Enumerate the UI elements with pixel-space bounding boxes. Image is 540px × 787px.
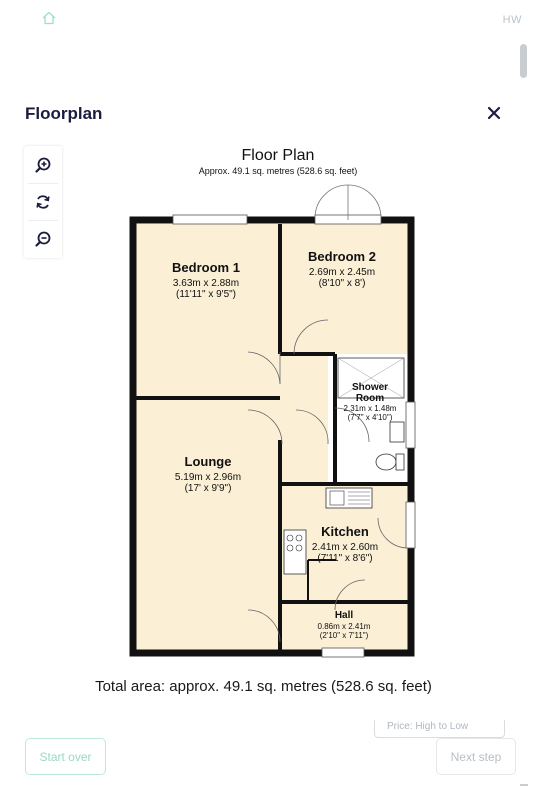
scrollbar-thumb[interactable] (520, 44, 527, 78)
room-imperial: (8'10" x 8') (319, 278, 366, 289)
room-name: Hall (335, 610, 354, 621)
room-metric: 0.86m x 2.41m (318, 622, 371, 631)
room-name: Bedroom 1 (172, 260, 240, 275)
room-metric: 5.19m x 2.96m (175, 472, 241, 483)
home-icon[interactable] (41, 10, 57, 26)
start-over-button[interactable]: Start over (25, 738, 106, 775)
total-area-text: Total area: approx. 49.1 sq. metres (528… (95, 678, 432, 695)
modal-title: Floorplan (25, 104, 103, 123)
room-imperial: (11'11" x 9'5") (176, 289, 236, 300)
room-metric: 2.41m x 2.60m (312, 542, 378, 553)
room-name: Room (356, 393, 384, 404)
refresh-icon (36, 194, 50, 209)
floorplan-image: Floor Plan Approx. 49.1 sq. metres (528.… (80, 140, 460, 670)
room-name: Bedroom 2 (308, 249, 376, 264)
room-imperial: (17' x 9'9") (185, 483, 232, 494)
zoom-in-button[interactable] (24, 146, 62, 183)
zoom-out-button[interactable] (24, 220, 62, 257)
user-initials[interactable]: HW (503, 14, 522, 26)
room-name: Kitchen (321, 524, 369, 539)
floorplan-title: Floor Plan (242, 147, 315, 164)
room-imperial: (7'11" x 8'6") (317, 553, 372, 564)
close-icon[interactable] (485, 104, 503, 122)
zoom-out-icon (35, 231, 51, 247)
room-name: Shower (352, 382, 388, 393)
next-step-button[interactable]: Next step (436, 738, 516, 775)
reset-zoom-button[interactable] (24, 183, 62, 220)
room-imperial: (7'7" x 4'10") (348, 413, 393, 422)
room-metric: 2.69m x 2.45m (309, 267, 375, 278)
scroll-down-arrow[interactable] (520, 784, 528, 786)
zoom-controls (24, 146, 62, 258)
room-imperial: (2'10" x 7'11") (320, 631, 369, 640)
floorplan-modal: Floorplan Floor Plan Approx. 49.1 sq. me… (0, 80, 527, 720)
floorplan-subtitle: Approx. 49.1 sq. metres (528.6 sq. feet) (199, 166, 358, 176)
room-metric: 2.31m x 1.48m (344, 404, 397, 413)
room-metric: 3.63m x 2.88m (173, 278, 239, 289)
room-name: Lounge (185, 454, 232, 469)
zoom-in-icon (35, 157, 51, 173)
